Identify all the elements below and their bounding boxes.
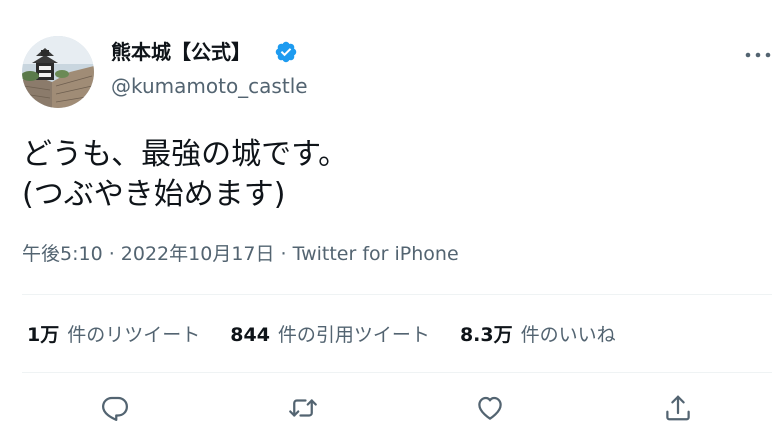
retweet-count-label: 件のリツイート xyxy=(67,323,201,346)
author-avatar[interactable] xyxy=(22,36,94,108)
tweet-text-line-2: (つぶやき始めます) xyxy=(22,177,286,212)
like-count-label: 件のいいね xyxy=(520,323,616,346)
quote-count-value: 844 xyxy=(230,323,270,346)
castle-avatar-icon xyxy=(22,36,94,108)
like-count-value: 8.3万 xyxy=(459,323,513,346)
tweet-timestamp-source[interactable]: 午後5:10 · 2022年10月17日 · Twitter for iPhon… xyxy=(22,241,459,267)
author-name[interactable]: 熊本城【公式】 xyxy=(111,39,251,65)
quote-count-label: 件の引用ツイート xyxy=(277,323,430,346)
share-button[interactable] xyxy=(658,388,698,428)
like-icon xyxy=(478,396,502,420)
tweet-text: どうも、最強の城です。 (つぶやき始めます) xyxy=(22,135,348,215)
author-handle[interactable]: @kumamoto_castle xyxy=(111,73,308,99)
tweet-text-line-1: どうも、最強の城です。 xyxy=(22,137,349,172)
retweet-icon xyxy=(289,399,317,417)
retweet-button[interactable] xyxy=(283,388,323,428)
tweet-detail: 熊本城【公式】 @kumamoto_castle どうも、最強の城です。 (つぶ… xyxy=(0,0,772,441)
retweet-count-value: 1万 xyxy=(27,323,60,346)
reply-icon xyxy=(102,396,128,421)
quote-tweet-count[interactable]: 844 件の引用ツイート xyxy=(230,320,430,347)
divider xyxy=(22,294,772,295)
share-icon xyxy=(666,395,690,421)
tweet-actions xyxy=(0,388,772,434)
divider xyxy=(22,372,772,373)
more-options-icon[interactable] xyxy=(743,40,772,70)
verified-badge-icon xyxy=(275,41,297,63)
engagement-stats: 1万 件のリツイート 844 件の引用ツイート 8.3万 件のいいね xyxy=(27,319,646,347)
reply-button[interactable] xyxy=(95,388,135,428)
retweet-count[interactable]: 1万 件のリツイート xyxy=(27,320,200,347)
like-count[interactable]: 8.3万 件のいいね xyxy=(460,320,616,347)
like-button[interactable] xyxy=(470,388,510,428)
